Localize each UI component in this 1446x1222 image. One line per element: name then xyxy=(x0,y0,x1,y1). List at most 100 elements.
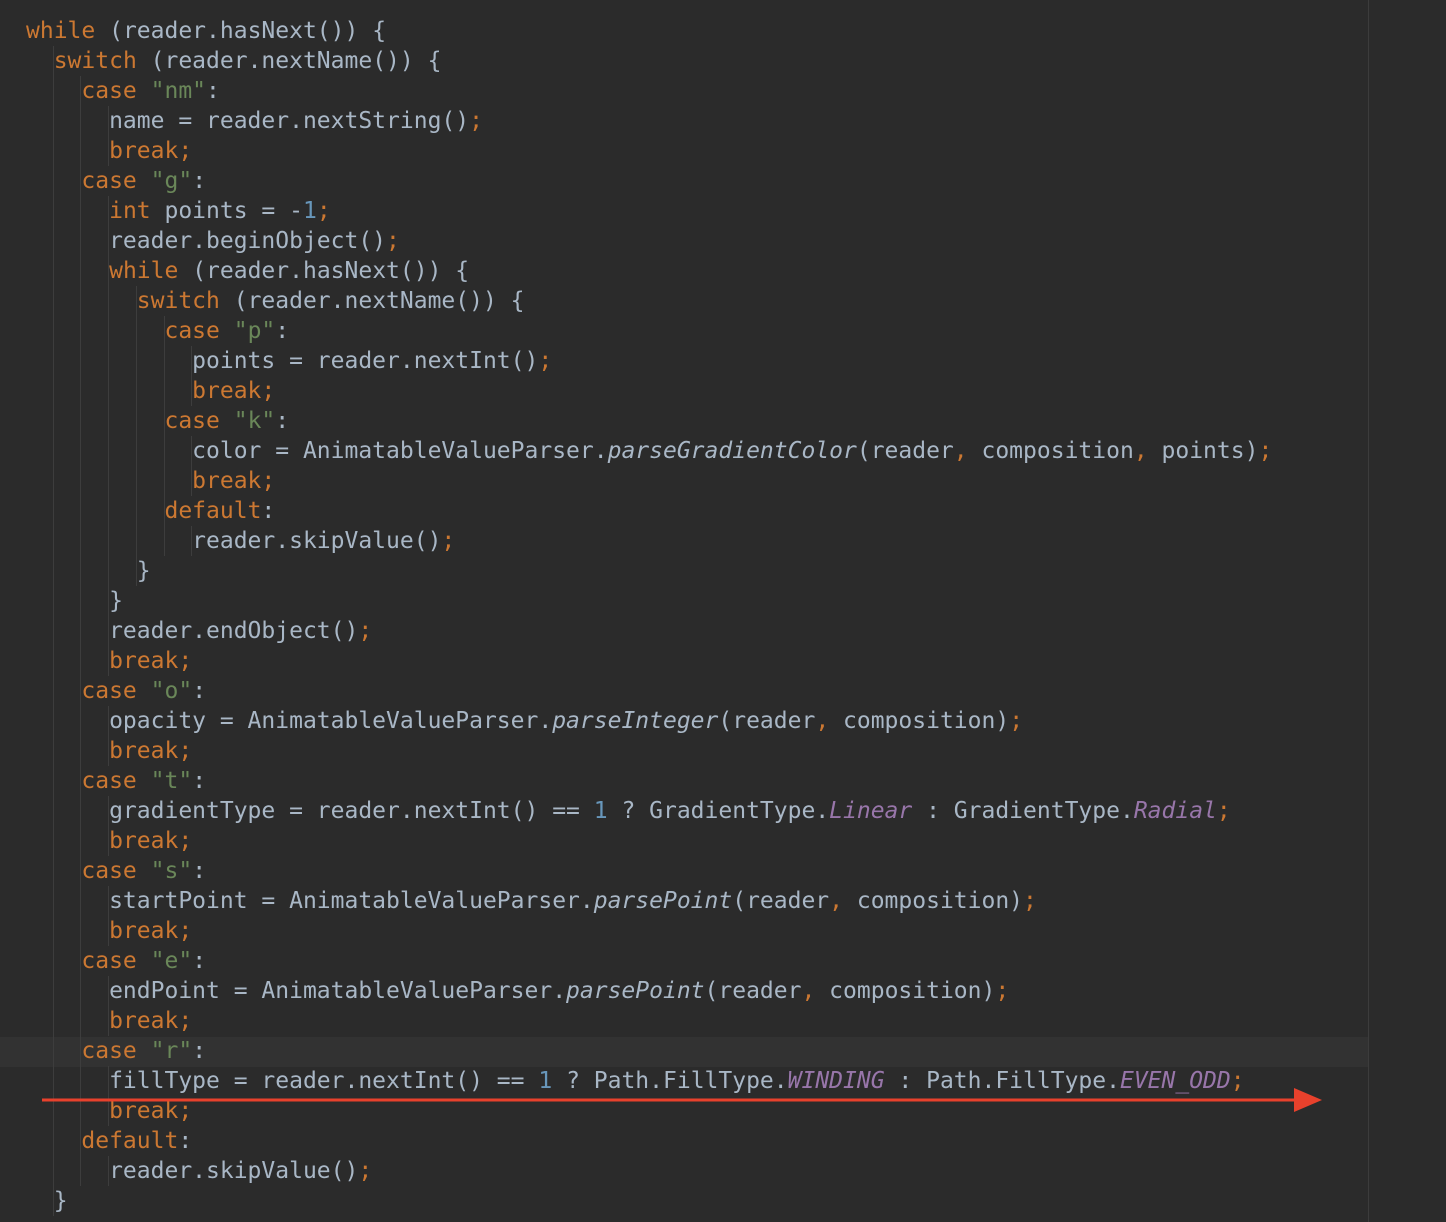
indent-guide xyxy=(135,316,137,346)
code-line[interactable]: break; xyxy=(26,826,1272,856)
indent-guide xyxy=(80,706,82,736)
code-token: points) xyxy=(1147,438,1259,464)
code-token: ; xyxy=(441,528,456,554)
code-line[interactable]: reader.endObject(); xyxy=(26,616,1272,646)
indent-guide xyxy=(80,196,82,226)
code-line[interactable]: gradientType = reader.nextInt() == 1 ? G… xyxy=(26,796,1272,826)
code-line[interactable]: while (reader.hasNext()) { xyxy=(26,16,1272,46)
code-line[interactable]: case "k": xyxy=(26,406,1272,436)
indent-guide xyxy=(52,496,54,526)
code-token: case xyxy=(81,168,137,194)
indent-guide xyxy=(80,526,82,556)
annotation-arrow xyxy=(42,1088,1322,1112)
indent-guide xyxy=(108,106,110,136)
code-line[interactable]: switch (reader.nextName()) { xyxy=(26,46,1272,76)
code-token: "e" xyxy=(150,948,193,974)
indent-guide xyxy=(135,406,137,436)
code-token: (reader xyxy=(704,978,802,1004)
code-line[interactable]: reader.skipValue(); xyxy=(26,526,1272,556)
code-line[interactable]: while (reader.hasNext()) { xyxy=(26,256,1272,286)
code-line[interactable]: reader.beginObject(); xyxy=(26,226,1272,256)
indent-guide xyxy=(52,166,54,196)
code-line[interactable]: break; xyxy=(26,466,1272,496)
indent-guide xyxy=(191,466,193,496)
code-line[interactable]: break; xyxy=(26,136,1272,166)
code-token: case xyxy=(81,768,137,794)
code-token: points = - xyxy=(150,198,303,224)
code-token: "o" xyxy=(150,678,193,704)
code-line[interactable]: break; xyxy=(26,916,1272,946)
indent-guide xyxy=(80,376,82,406)
code-line[interactable]: } xyxy=(26,586,1272,616)
code-token: : xyxy=(178,1128,193,1154)
indent-guide xyxy=(80,766,82,796)
code-token: break; xyxy=(109,138,193,164)
code-line[interactable]: break; xyxy=(26,646,1272,676)
indent-guide xyxy=(108,586,110,616)
code-line[interactable]: case "p": xyxy=(26,316,1272,346)
indent-guide xyxy=(52,646,54,676)
code-token: gradientType = reader.nextInt() == xyxy=(26,798,594,824)
code-token: parsePoint xyxy=(566,978,705,1004)
code-line[interactable]: default: xyxy=(26,1126,1272,1156)
indent-guide xyxy=(108,286,110,316)
code-token: composition) xyxy=(843,888,1024,914)
indent-guide xyxy=(52,916,54,946)
indent-guide xyxy=(52,286,54,316)
code-line[interactable]: break; xyxy=(26,1006,1272,1036)
code-area[interactable]: while (reader.hasNext()) { switch (reade… xyxy=(26,16,1272,1216)
code-line[interactable]: switch (reader.nextName()) { xyxy=(26,286,1272,316)
code-line[interactable]: break; xyxy=(26,736,1272,766)
code-token: Radial xyxy=(1133,798,1217,824)
code-line[interactable]: case "g": xyxy=(26,166,1272,196)
code-token: (reader xyxy=(718,708,816,734)
code-token: : GradientType. xyxy=(912,798,1134,824)
code-line[interactable]: opacity = AnimatableValueParser.parseInt… xyxy=(26,706,1272,736)
code-line[interactable]: } xyxy=(26,556,1272,586)
indent-guide xyxy=(163,466,165,496)
code-token: , xyxy=(815,708,830,734)
indent-guide xyxy=(108,616,110,646)
code-line[interactable]: case "t": xyxy=(26,766,1272,796)
code-line[interactable]: case "r": xyxy=(26,1036,1272,1066)
indent-guide xyxy=(80,1156,82,1186)
indent-guide xyxy=(52,406,54,436)
indent-guide xyxy=(80,616,82,646)
indent-guide xyxy=(52,436,54,466)
code-token: parsePoint xyxy=(593,888,733,914)
code-line[interactable]: case "nm": xyxy=(26,76,1272,106)
code-token: name = reader.nextString() xyxy=(26,108,470,134)
code-line[interactable]: } xyxy=(26,1186,1272,1216)
code-line[interactable]: default: xyxy=(26,496,1272,526)
code-line[interactable]: case "o": xyxy=(26,676,1272,706)
indent-guide xyxy=(80,856,82,886)
code-line[interactable]: int points = -1; xyxy=(26,196,1272,226)
code-line[interactable]: reader.skipValue(); xyxy=(26,1156,1272,1186)
code-line[interactable]: startPoint = AnimatableValueParser.parse… xyxy=(26,886,1272,916)
code-token: : xyxy=(192,768,207,794)
indent-guide xyxy=(52,556,54,586)
code-token: (reader xyxy=(856,438,954,464)
code-line[interactable]: points = reader.nextInt(); xyxy=(26,346,1272,376)
code-line[interactable]: case "s": xyxy=(26,856,1272,886)
code-line[interactable]: color = AnimatableValueParser.parseGradi… xyxy=(26,436,1272,466)
indent-guide xyxy=(52,226,54,256)
indent-guide xyxy=(163,346,165,376)
code-line[interactable]: endPoint = AnimatableValueParser.parsePo… xyxy=(26,976,1272,1006)
indent-guide xyxy=(108,646,110,676)
indent-guide xyxy=(108,826,110,856)
code-token: composition xyxy=(967,438,1134,464)
code-token: parseGradientColor xyxy=(607,438,857,464)
code-editor[interactable]: while (reader.hasNext()) { switch (reade… xyxy=(0,0,1446,1222)
indent-guide xyxy=(52,766,54,796)
code-line[interactable]: case "e": xyxy=(26,946,1272,976)
code-line[interactable]: break; xyxy=(26,376,1272,406)
code-line[interactable]: name = reader.nextString(); xyxy=(26,106,1272,136)
